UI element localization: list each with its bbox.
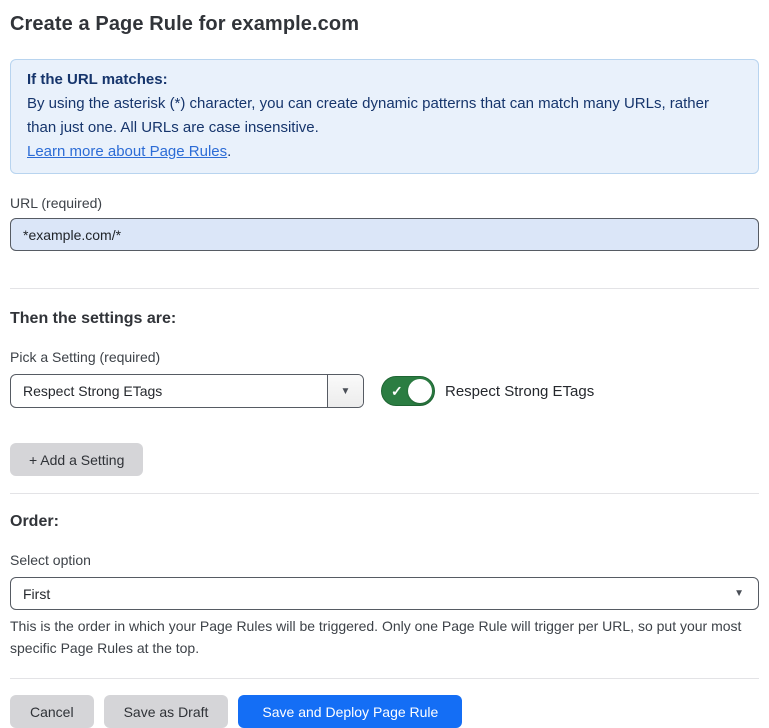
info-box-body: By using the asterisk (*) character, you… — [27, 92, 742, 140]
page-title: Create a Page Rule for example.com — [10, 12, 759, 36]
settings-heading: Then the settings are: — [10, 309, 759, 328]
setting-row: Respect Strong ETags ▼ ✓ Respect Strong … — [10, 374, 759, 408]
footer-actions: Cancel Save as Draft Save and Deploy Pag… — [10, 695, 759, 728]
pick-setting-label: Pick a Setting (required) — [10, 349, 759, 366]
url-label: URL (required) — [10, 195, 759, 212]
chevron-down-icon[interactable]: ▼ — [327, 375, 363, 407]
learn-more-link[interactable]: Learn more about Page Rules — [27, 143, 227, 160]
toggle-knob — [408, 379, 432, 403]
order-select-value: First — [23, 586, 50, 602]
chevron-down-icon: ▼ — [734, 588, 744, 599]
link-suffix: . — [227, 143, 231, 160]
section-divider — [10, 493, 759, 494]
save-draft-button[interactable]: Save as Draft — [104, 695, 229, 728]
order-select-label: Select option — [10, 552, 759, 569]
section-divider — [10, 288, 759, 289]
check-icon: ✓ — [391, 384, 403, 398]
setting-toggle[interactable]: ✓ — [381, 376, 435, 406]
add-setting-button[interactable]: + Add a Setting — [10, 443, 143, 476]
create-page-rule-form: Create a Page Rule for example.com If th… — [0, 0, 769, 728]
toggle-label: Respect Strong ETags — [445, 383, 594, 400]
url-input[interactable] — [10, 218, 759, 251]
info-box-link-line: Learn more about Page Rules. — [27, 140, 742, 164]
save-deploy-button[interactable]: Save and Deploy Page Rule — [238, 695, 462, 728]
order-heading: Order: — [10, 512, 759, 531]
order-select[interactable]: First ▼ — [10, 577, 759, 610]
info-box-heading: If the URL matches: — [27, 68, 742, 92]
cancel-button[interactable]: Cancel — [10, 695, 94, 728]
section-divider — [10, 678, 759, 679]
url-match-info-box: If the URL matches: By using the asteris… — [10, 59, 759, 174]
setting-select[interactable]: Respect Strong ETags ▼ — [10, 374, 364, 408]
setting-select-value: Respect Strong ETags — [23, 383, 162, 399]
order-helper-text: This is the order in which your Page Rul… — [10, 615, 759, 659]
